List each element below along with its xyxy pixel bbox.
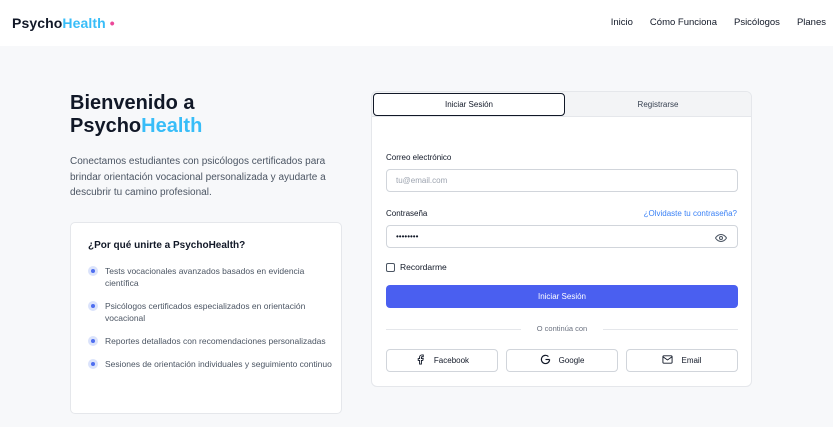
nav-link-inicio[interactable]: Inicio xyxy=(611,17,633,28)
hero-description: Conectamos estudiantes con psicólogos ce… xyxy=(70,156,326,198)
facebook-login-button[interactable]: Facebook xyxy=(386,349,498,372)
list-item: Tests vocacionales avanzados basados en … xyxy=(88,265,333,289)
list-item: Reportes detallados con recomendaciones … xyxy=(88,335,333,347)
email-label: Correo electrónico xyxy=(386,153,452,162)
list-item-text: Sesiones de orientación individuales y s… xyxy=(105,359,332,369)
hero-title-line2: PsychoHealth xyxy=(70,115,202,138)
eye-icon[interactable] xyxy=(714,231,728,243)
forgot-password-link[interactable]: ¿Olvidaste tu contraseña? xyxy=(644,209,737,218)
tab-register[interactable]: Registrarse xyxy=(566,93,750,116)
list-item: Psicólogos certificados especializados e… xyxy=(88,300,333,324)
remember-me: Recordarme xyxy=(386,262,447,272)
list-item: Sesiones de orientación individuales y s… xyxy=(88,358,333,370)
google-login-button[interactable]: Google xyxy=(506,349,618,372)
bullet-dot-icon xyxy=(88,359,98,369)
brand-name-part1: Psycho xyxy=(12,15,63,31)
bullet-dot-icon xyxy=(88,336,98,346)
brand-name-part2: Health xyxy=(62,15,106,31)
google-label: Google xyxy=(558,356,585,365)
remember-label: Recordarme xyxy=(400,262,447,272)
top-navbar: PsychoHealth • Inicio Cómo Funciona Psicó… xyxy=(0,0,833,46)
mail-icon xyxy=(662,354,674,367)
why-join-list: Tests vocacionales avanzados basados en … xyxy=(88,265,333,381)
bullet-dot-icon xyxy=(88,266,98,276)
brand-logo[interactable]: PsychoHealth • xyxy=(12,15,115,31)
nav-link-psicologos[interactable]: Psicólogos xyxy=(734,17,780,28)
tab-login[interactable]: Iniciar Sesión xyxy=(373,93,565,116)
nav-links: Inicio Cómo Funciona Psicólogos Planes xyxy=(611,17,826,28)
facebook-label: Facebook xyxy=(433,356,470,365)
hero-title-brand-b: Health xyxy=(141,115,203,137)
email-field[interactable] xyxy=(386,169,738,192)
auth-tabs: Iniciar Sesión Registrarse xyxy=(372,92,751,117)
hero-title-brand-a: Psycho xyxy=(70,115,142,137)
password-field[interactable] xyxy=(386,225,738,248)
list-item-text: Psicólogos certificados especializados e… xyxy=(105,301,306,323)
nav-link-planes[interactable]: Planes xyxy=(797,17,826,28)
list-item-text: Reportes detallados con recomendaciones … xyxy=(105,336,326,346)
why-join-title: ¿Por qué unirte a PsychoHealth? xyxy=(88,240,246,251)
email-label: Email xyxy=(681,356,702,365)
brand-dot: • xyxy=(109,15,115,31)
bullet-dot-icon xyxy=(88,301,98,311)
remember-checkbox[interactable] xyxy=(386,262,395,272)
hero-title: Bienvenido a PsychoHealth xyxy=(70,92,202,138)
email-login-button[interactable]: Email xyxy=(626,349,738,372)
google-icon xyxy=(540,354,551,367)
login-submit-button[interactable]: Iniciar Sesión xyxy=(386,285,738,308)
auth-card: Iniciar Sesión Registrarse Correo electr… xyxy=(371,91,752,387)
hero-title-line1: Bienvenido a xyxy=(70,92,195,114)
facebook-icon xyxy=(415,354,426,367)
list-item-text: Tests vocacionales avanzados basados en … xyxy=(105,266,305,288)
password-label: Contraseña xyxy=(386,209,428,218)
continue-with-divider: O continúa con xyxy=(386,324,738,334)
divider-line-right xyxy=(603,329,738,330)
why-join-card: ¿Por qué unirte a PsychoHealth? Tests vo… xyxy=(70,222,342,414)
nav-link-como-funciona[interactable]: Cómo Funciona xyxy=(650,17,717,28)
